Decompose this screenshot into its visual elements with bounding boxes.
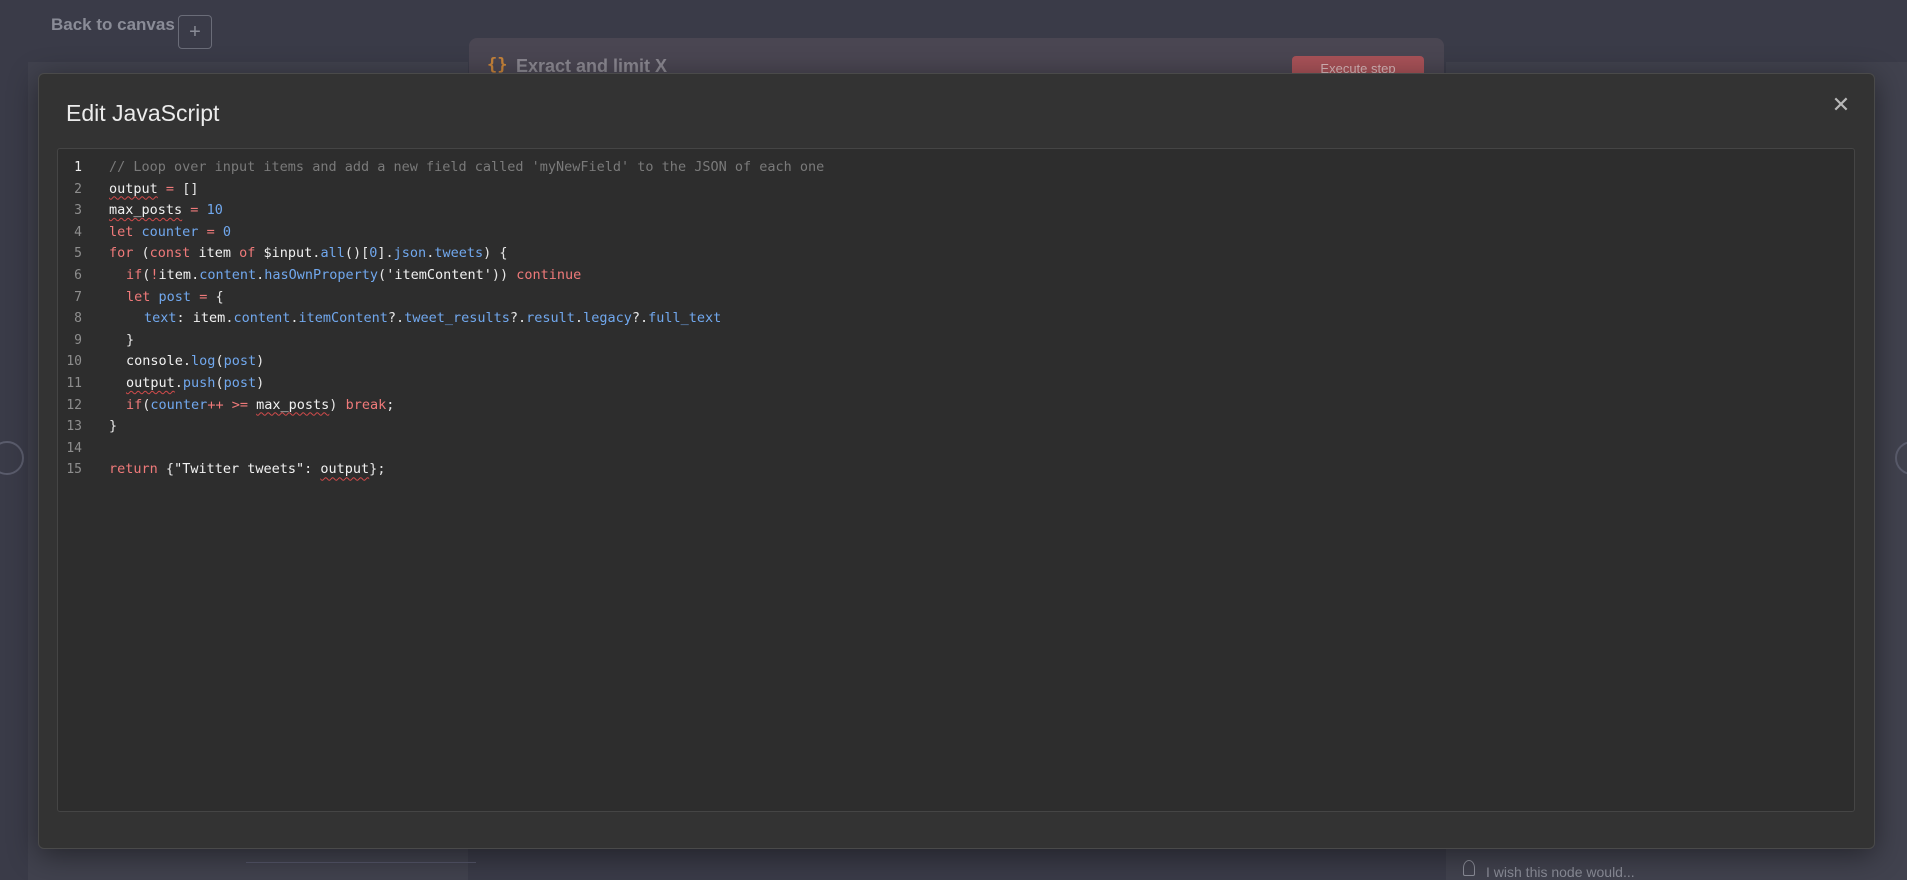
line-number: 1 xyxy=(74,160,82,175)
code-line[interactable]: let post = { xyxy=(109,287,1844,309)
line-number: 9 xyxy=(74,332,82,348)
line-number: 10 xyxy=(66,354,82,370)
code-line[interactable]: if(!item.content.hasOwnProperty('itemCon… xyxy=(109,265,1844,287)
dialog-title: Edit JavaScript xyxy=(66,100,220,126)
line-number-gutter: 1 2 3 4 5 6 7 8 9 10 11 12 13 14 15 xyxy=(58,157,98,481)
code-node-icon: {} xyxy=(487,55,508,75)
code-line[interactable]: // Loop over input items and add a new f… xyxy=(109,157,1844,179)
line-number: 2 xyxy=(74,181,82,197)
code-line[interactable]: output.push(post) xyxy=(109,373,1844,395)
code-line[interactable]: text: item.content.itemContent?.tweet_re… xyxy=(109,308,1844,330)
code-editor[interactable]: 1 2 3 4 5 6 7 8 9 10 11 12 13 14 15 // L… xyxy=(57,148,1855,812)
lightbulb-icon xyxy=(1463,860,1475,876)
line-number: 15 xyxy=(66,462,82,478)
code-line[interactable]: console.log(post) xyxy=(109,351,1844,373)
add-button[interactable]: + xyxy=(178,15,212,49)
close-icon[interactable]: ✕ xyxy=(1826,90,1856,120)
back-to-canvas-link[interactable]: Back to canvas xyxy=(51,15,175,35)
code-line[interactable]: } xyxy=(109,330,1844,352)
feedback-link[interactable]: I wish this node would... xyxy=(1486,864,1635,880)
line-number: 3 xyxy=(74,203,82,219)
globe-icon xyxy=(0,441,24,475)
code-line[interactable] xyxy=(109,438,1844,460)
code-line[interactable]: max_posts = 10 xyxy=(109,200,1844,222)
edit-javascript-dialog: Edit JavaScript ✕ 1 2 3 4 5 6 7 8 9 10 1… xyxy=(38,73,1875,849)
line-number: 8 xyxy=(74,311,82,327)
line-number: 4 xyxy=(74,224,82,240)
code-line[interactable]: if(counter++ >= max_posts) break; xyxy=(109,395,1844,417)
line-number: 12 xyxy=(66,397,82,413)
code-content[interactable]: // Loop over input items and add a new f… xyxy=(109,157,1844,481)
code-line[interactable]: let counter = 0 xyxy=(109,222,1844,244)
line-number: 14 xyxy=(66,440,82,456)
code-line[interactable]: output = [] xyxy=(109,179,1844,201)
code-line[interactable]: for (const item of $input.all()[0].json.… xyxy=(109,243,1844,265)
line-number: 11 xyxy=(66,375,82,391)
line-number: 7 xyxy=(74,289,82,305)
line-number: 5 xyxy=(74,246,82,262)
line-number: 13 xyxy=(66,419,82,435)
code-line[interactable]: return {"Twitter tweets": output}; xyxy=(109,459,1844,481)
code-line[interactable]: } xyxy=(109,416,1844,438)
line-number: 6 xyxy=(74,267,82,283)
